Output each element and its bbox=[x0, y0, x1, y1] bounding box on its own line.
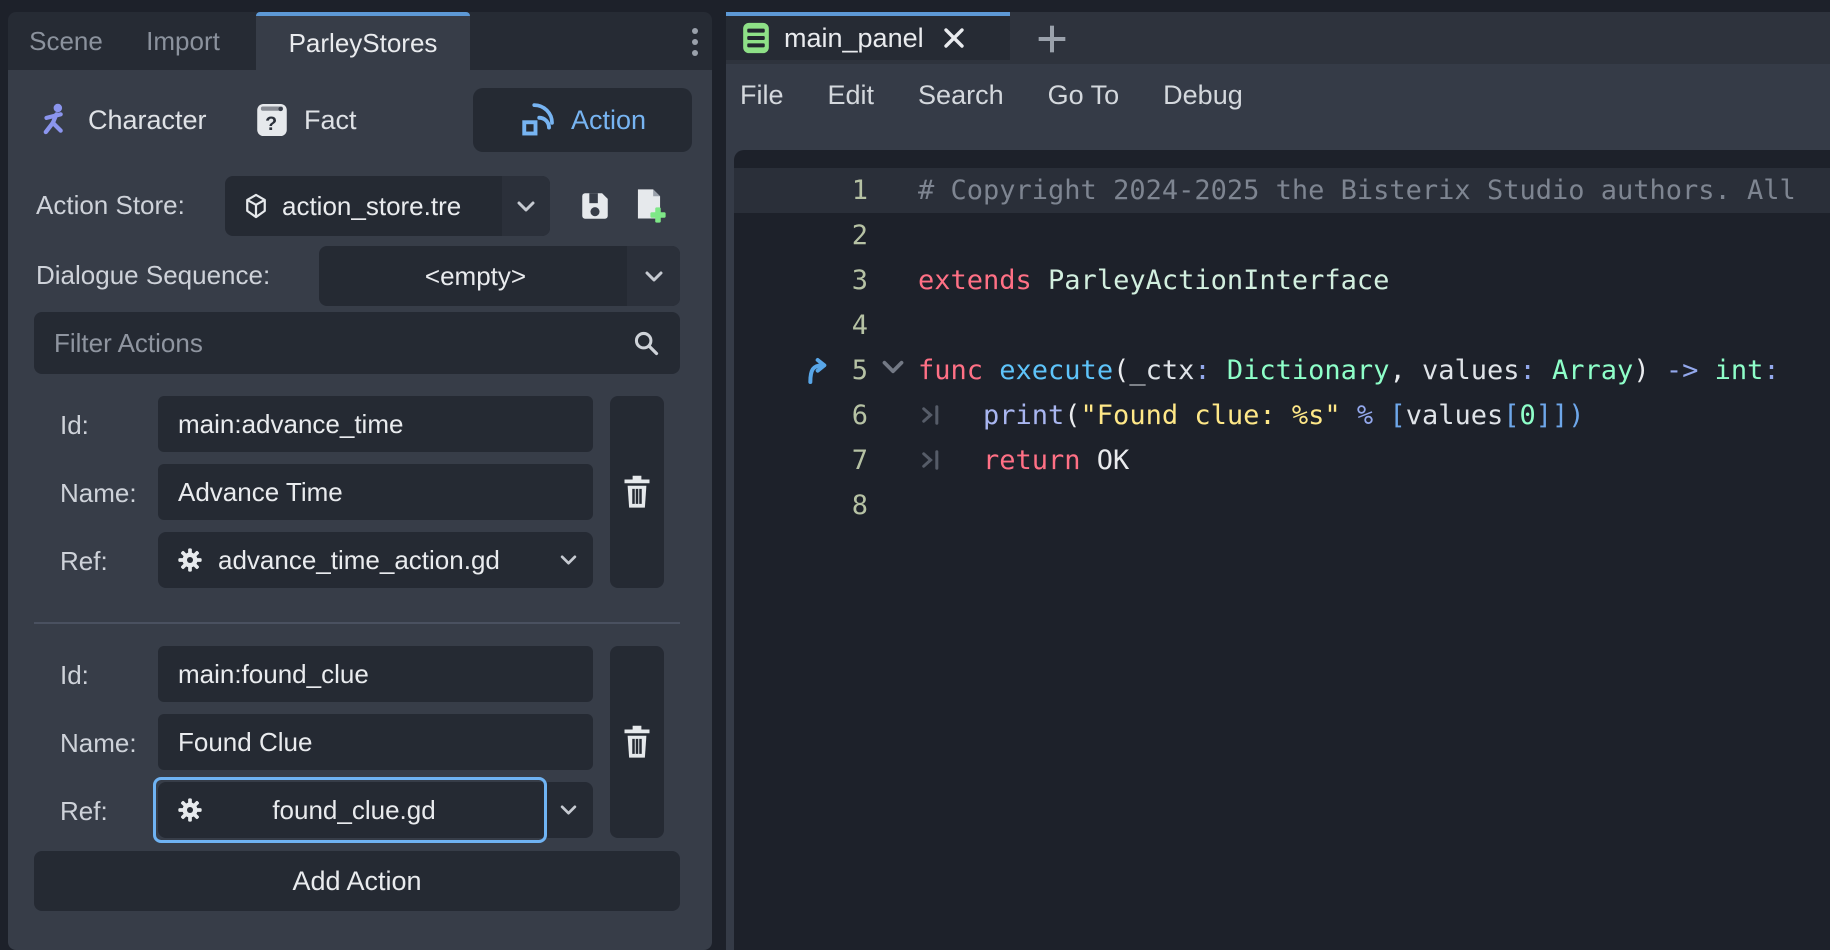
entry2-id-label: Id: bbox=[60, 660, 89, 691]
gear-icon bbox=[176, 546, 204, 574]
dock-tab-bar: Scene Import ParleyStores bbox=[8, 12, 712, 70]
close-tab-icon[interactable] bbox=[942, 26, 966, 50]
dialogue-chevron-zone[interactable] bbox=[627, 246, 680, 306]
menu-debug[interactable]: Debug bbox=[1163, 80, 1243, 111]
subtab-fact-label: Fact bbox=[304, 105, 357, 136]
new-store-button[interactable] bbox=[624, 180, 674, 232]
code-line: 1 # Copyright 2024-2025 the Bisterix Stu… bbox=[734, 168, 1830, 213]
svg-text:?: ? bbox=[265, 113, 277, 135]
entry2-delete-button[interactable] bbox=[610, 646, 664, 838]
save-store-button[interactable] bbox=[570, 180, 620, 232]
line-number: 6 bbox=[780, 393, 868, 438]
entry2-ref-dropdown[interactable]: found_clue.gd bbox=[158, 782, 593, 838]
entry1-ref-dropdown[interactable]: advance_time_action.gd bbox=[158, 532, 593, 588]
dialogue-sequence-label: Dialogue Sequence: bbox=[36, 260, 270, 291]
code-line: 5 func execute(_ctx: Dictionary, values:… bbox=[734, 348, 1830, 393]
line-number: 3 bbox=[780, 258, 868, 303]
entry2-ref-chevron-zone[interactable] bbox=[543, 782, 593, 838]
line-number: 5 bbox=[780, 348, 868, 393]
tab-import[interactable]: Import bbox=[124, 12, 242, 70]
fold-chevron-icon[interactable] bbox=[882, 360, 904, 374]
entry-divider bbox=[34, 622, 680, 624]
script-file-icon bbox=[742, 21, 770, 55]
entry2-ref-label: Ref: bbox=[60, 796, 108, 827]
script-tab-main-panel[interactable]: main_panel bbox=[726, 12, 1010, 60]
fact-icon: ? bbox=[256, 101, 288, 139]
chevron-down-icon bbox=[560, 805, 577, 815]
menu-search[interactable]: Search bbox=[918, 80, 1004, 111]
dialogue-sequence-value: <empty> bbox=[425, 261, 526, 292]
subtab-fact[interactable]: ? Fact bbox=[256, 88, 357, 152]
entry2-name-input[interactable] bbox=[158, 714, 593, 770]
action-store-value: action_store.tre bbox=[282, 191, 461, 222]
new-script-icon bbox=[632, 188, 666, 224]
line-number: 7 bbox=[780, 438, 868, 483]
code-line: 2 bbox=[734, 213, 1830, 258]
chevron-down-icon bbox=[560, 555, 577, 565]
gear-icon bbox=[176, 796, 204, 824]
new-script-tab-button[interactable] bbox=[1030, 20, 1074, 58]
trash-icon bbox=[622, 725, 652, 759]
entry1-id-input[interactable] bbox=[158, 396, 593, 452]
menu-edit[interactable]: Edit bbox=[828, 80, 875, 111]
action-store-chevron-zone[interactable] bbox=[502, 176, 550, 236]
action-signal-icon bbox=[519, 102, 555, 138]
dock-menu-icon[interactable] bbox=[686, 25, 704, 59]
entry2-id-input[interactable] bbox=[158, 646, 593, 702]
parley-dock: Scene Import ParleyStores Character ? Fa… bbox=[8, 12, 712, 950]
entry1-ref-value: advance_time_action.gd bbox=[218, 545, 500, 576]
subtab-character[interactable]: Character bbox=[38, 88, 207, 152]
subtab-character-label: Character bbox=[88, 105, 207, 136]
entry2-name-label: Name: bbox=[60, 728, 137, 759]
line-number: 4 bbox=[780, 303, 868, 348]
action-store-dropdown[interactable]: action_store.tre bbox=[225, 176, 550, 236]
entry1-name-input[interactable] bbox=[158, 464, 593, 520]
filter-actions-input[interactable] bbox=[34, 314, 632, 372]
add-action-button[interactable]: Add Action bbox=[34, 851, 680, 911]
line-number: 8 bbox=[780, 483, 868, 528]
search-icon bbox=[632, 329, 660, 357]
filter-actions-box bbox=[34, 312, 680, 374]
tab-indent-marker bbox=[920, 449, 944, 471]
entry2-ref-value: found_clue.gd bbox=[272, 795, 435, 826]
script-menubar: File Edit Search Go To Debug bbox=[740, 70, 1243, 120]
entry1-id-label: Id: bbox=[60, 410, 89, 441]
character-icon bbox=[38, 101, 72, 139]
resource-cube-icon bbox=[242, 192, 270, 220]
script-tab-title: main_panel bbox=[784, 23, 924, 54]
action-store-label: Action Store: bbox=[36, 190, 185, 221]
tab-parleystores[interactable]: ParleyStores bbox=[256, 12, 470, 70]
plus-icon bbox=[1036, 23, 1068, 55]
code-line: 3 extends ParleyActionInterface bbox=[734, 258, 1830, 303]
code-line: 4 bbox=[734, 303, 1830, 348]
code-editor[interactable]: 1 # Copyright 2024-2025 the Bisterix Stu… bbox=[734, 150, 1830, 950]
code-line: 6 print("Found clue: %s" % [values[0]]) bbox=[734, 393, 1830, 438]
subtab-action-label: Action bbox=[571, 105, 646, 136]
tab-indent-marker bbox=[920, 404, 944, 426]
chevron-down-icon bbox=[517, 201, 535, 212]
line-number: 2 bbox=[780, 213, 868, 258]
subtab-action[interactable]: Action bbox=[473, 88, 692, 152]
entry1-ref-chevron-zone[interactable] bbox=[543, 532, 593, 588]
entry1-delete-button[interactable] bbox=[610, 396, 664, 588]
entry1-name-label: Name: bbox=[60, 478, 137, 509]
menu-file[interactable]: File bbox=[740, 80, 784, 111]
menu-goto[interactable]: Go To bbox=[1048, 80, 1120, 111]
line-number: 1 bbox=[780, 168, 868, 213]
trash-icon bbox=[622, 475, 652, 509]
chevron-down-icon bbox=[645, 271, 663, 282]
entry1-ref-label: Ref: bbox=[60, 546, 108, 577]
code-line: 8 bbox=[734, 483, 1830, 528]
save-icon bbox=[578, 189, 612, 223]
dialogue-sequence-dropdown[interactable]: <empty> bbox=[319, 246, 680, 306]
tab-scene[interactable]: Scene bbox=[18, 12, 114, 70]
code-line: 7 return OK bbox=[734, 438, 1830, 483]
